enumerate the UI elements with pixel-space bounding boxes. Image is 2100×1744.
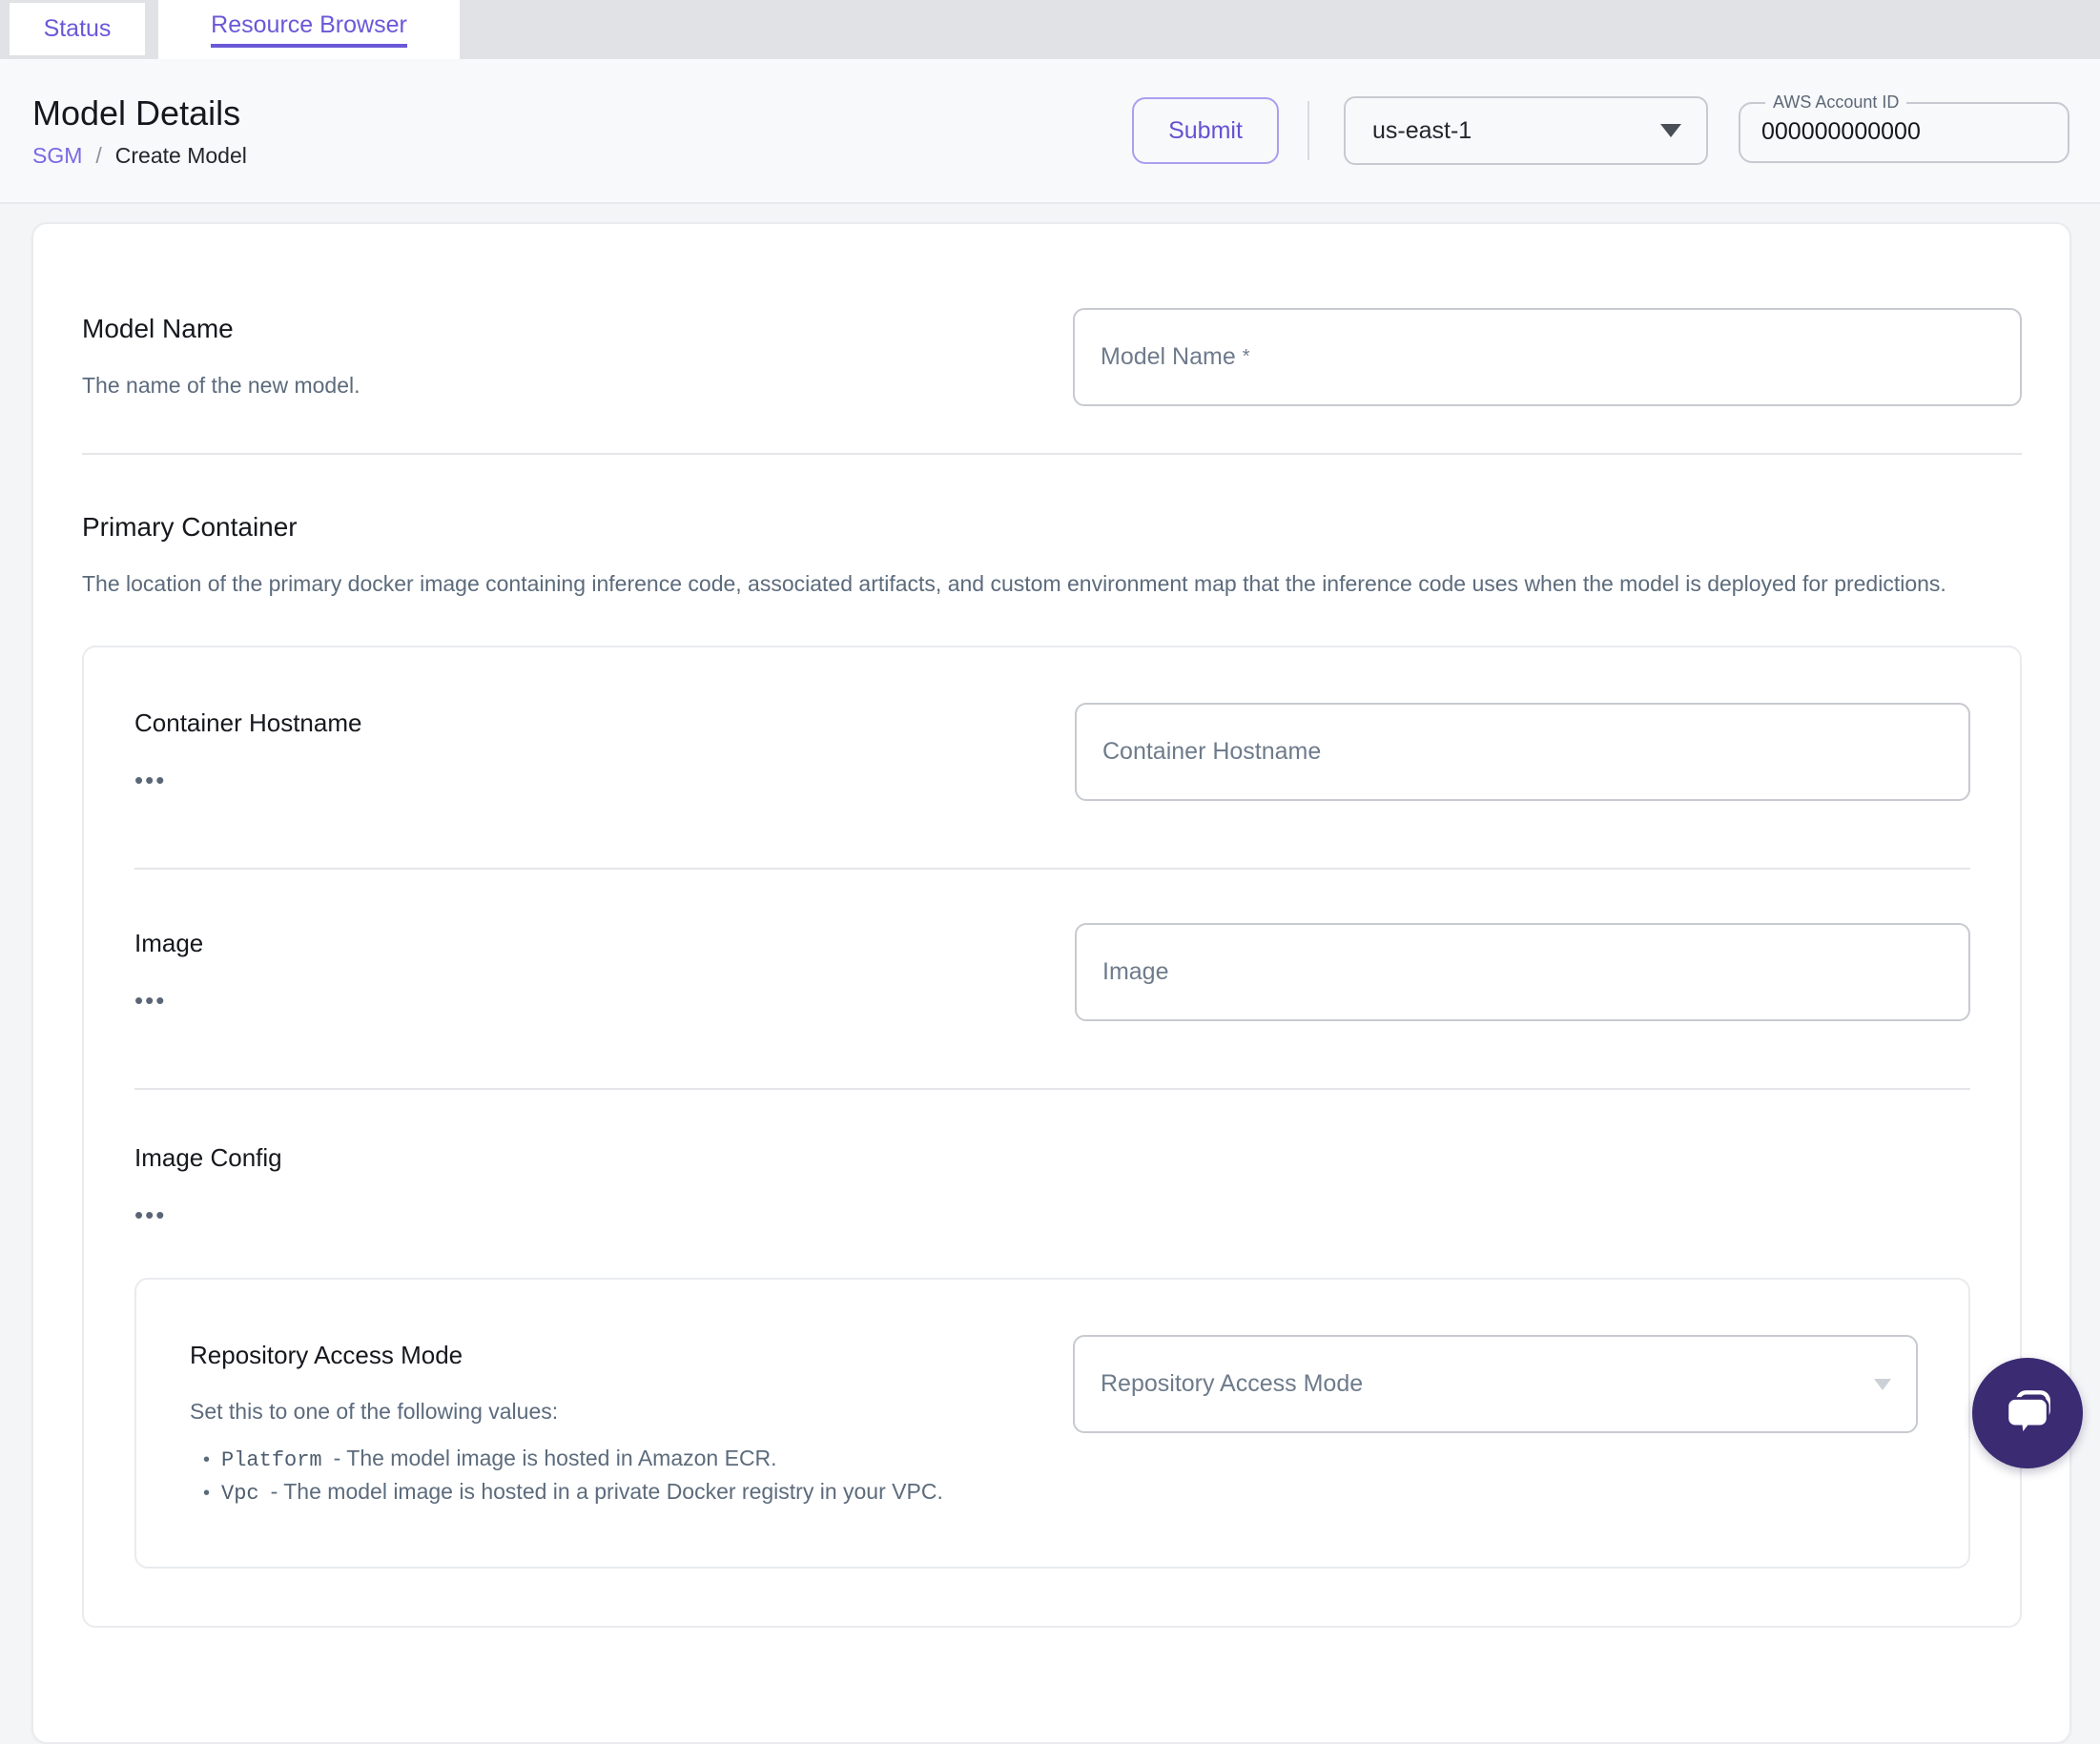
model-details-card: Model Name The name of the new model. Mo…	[31, 222, 2071, 1744]
chat-bubble-icon	[2006, 1390, 2050, 1439]
page-header: Model Details SGM / Create Model Submit …	[0, 59, 2100, 204]
header-controls: Submit us-east-1 AWS Account ID 00000000…	[1132, 92, 2069, 165]
tab-status-label: Status	[43, 15, 112, 42]
image-config-section: Image Config ••• Repository Access Mode …	[134, 1143, 1970, 1569]
ellipsis-icon[interactable]: •••	[134, 768, 166, 792]
breadcrumb: SGM / Create Model	[32, 143, 247, 169]
submit-button[interactable]: Submit	[1132, 97, 1279, 164]
image-input[interactable]: Image	[1075, 923, 1970, 1021]
option-vpc-code: Vpc	[221, 1482, 259, 1506]
image-placeholder: Image	[1102, 958, 1169, 985]
tab-resource-browser-label: Resource Browser	[211, 11, 407, 48]
chevron-down-icon	[1874, 1378, 1891, 1390]
repository-access-mode-label-col: Repository Access Mode Set this to one o…	[190, 1335, 943, 1509]
chat-widget-button[interactable]	[1972, 1358, 2083, 1468]
title-block: Model Details SGM / Create Model	[32, 93, 247, 169]
repository-access-mode-options: Platform - The model image is hosted in …	[203, 1443, 943, 1509]
model-name-row: Model Name The name of the new model. Mo…	[82, 308, 2022, 406]
container-hostname-input[interactable]: Container Hostname	[1075, 703, 1970, 801]
repository-access-mode-description: Set this to one of the following values:	[190, 1399, 559, 1424]
breadcrumb-current: Create Model	[114, 142, 247, 168]
option-platform-code: Platform	[221, 1448, 322, 1472]
image-config-group: Repository Access Mode Set this to one o…	[134, 1278, 1970, 1569]
image-row: Image ••• Image	[134, 923, 1970, 1021]
model-name-description: The name of the new model.	[82, 373, 360, 398]
image-config-heading: Image Config	[134, 1143, 282, 1172]
field-divider	[134, 868, 1970, 870]
aws-account-id-field[interactable]: AWS Account ID 000000000000	[1739, 92, 2069, 163]
ellipsis-icon[interactable]: •••	[134, 988, 166, 1013]
image-label-col: Image •••	[134, 923, 203, 1014]
required-asterisk: *	[1242, 346, 1250, 367]
page-title: Model Details	[32, 92, 241, 133]
primary-container-group: Container Hostname ••• Container Hostnam…	[82, 646, 2022, 1628]
option-platform: Platform - The model image is hosted in …	[203, 1443, 943, 1476]
option-platform-text: - The model image is hosted in Amazon EC…	[333, 1446, 777, 1470]
repository-access-mode-heading: Repository Access Mode	[190, 1341, 463, 1369]
image-heading: Image	[134, 929, 204, 957]
container-hostname-label-col: Container Hostname •••	[134, 703, 361, 793]
container-hostname-row: Container Hostname ••• Container Hostnam…	[134, 703, 1970, 801]
option-vpc: Vpc - The model image is hosted in a pri…	[203, 1476, 943, 1509]
tab-resource-browser[interactable]: Resource Browser	[158, 0, 460, 59]
region-dropdown[interactable]: us-east-1	[1344, 96, 1708, 165]
container-hostname-heading: Container Hostname	[134, 708, 362, 737]
chevron-down-icon	[1660, 124, 1681, 137]
region-dropdown-value: us-east-1	[1372, 116, 1472, 144]
model-name-input[interactable]: Model Name *	[1073, 308, 2022, 406]
tab-bar: Status Resource Browser	[0, 0, 2100, 59]
aws-account-id-value: 000000000000	[1761, 118, 1921, 145]
aws-account-id-label: AWS Account ID	[1773, 92, 1900, 112]
primary-container-description: The location of the primary docker image…	[82, 571, 1946, 596]
primary-container-heading: Primary Container	[82, 512, 298, 542]
model-name-placeholder: Model Name	[1101, 343, 1236, 370]
breadcrumb-separator: /	[95, 142, 102, 168]
field-divider	[134, 1088, 1970, 1090]
repository-access-mode-select[interactable]: Repository Access Mode	[1073, 1335, 1918, 1433]
tab-status[interactable]: Status	[10, 3, 145, 55]
repository-access-mode-placeholder: Repository Access Mode	[1101, 1370, 1364, 1397]
section-divider	[82, 453, 2022, 455]
model-name-label-col: Model Name The name of the new model.	[82, 308, 360, 403]
breadcrumb-root-link[interactable]: SGM	[32, 143, 82, 169]
container-hostname-placeholder: Container Hostname	[1102, 738, 1322, 765]
main-content: Model Name The name of the new model. Mo…	[0, 204, 2100, 1744]
model-name-heading: Model Name	[82, 314, 234, 343]
option-vpc-text: - The model image is hosted in a private…	[270, 1479, 943, 1504]
repository-access-mode-row: Repository Access Mode Set this to one o…	[190, 1335, 1918, 1509]
header-divider	[1307, 101, 1309, 160]
ellipsis-icon[interactable]: •••	[134, 1202, 166, 1227]
